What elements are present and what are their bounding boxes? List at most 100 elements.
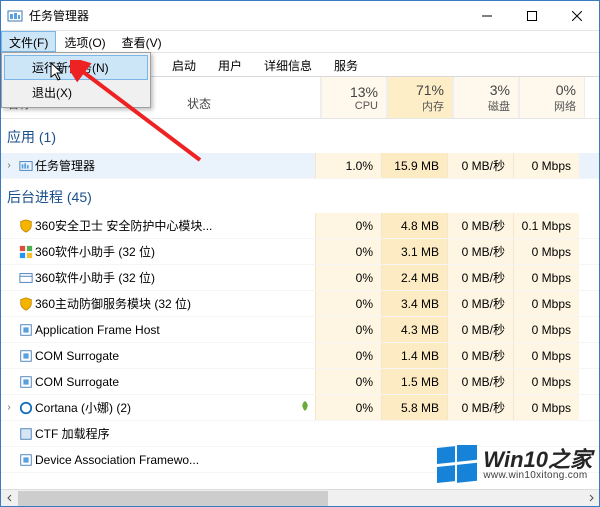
watermark-url: www.win10xitong.com — [483, 471, 592, 481]
task-manager-window: 任务管理器 文件(F) 选项(O) 查看(V) 运行新任务(N) 退出(X) 启… — [0, 0, 600, 507]
file-dropdown: 运行新任务(N) 退出(X) — [1, 52, 151, 108]
scroll-track[interactable] — [18, 490, 582, 507]
component-icon — [17, 375, 35, 389]
cell-mem: 4.3 MB — [381, 317, 447, 342]
watermark-brand: Win10之家 — [483, 449, 592, 471]
process-name: Device Association Framewo... — [35, 453, 275, 467]
cell-cpu: 1.0% — [315, 153, 381, 178]
cell-mem: 3.4 MB — [381, 291, 447, 316]
cell-net: 0 Mbps — [513, 343, 579, 368]
cell-cpu: 0% — [315, 291, 381, 316]
cell-cpu: 0% — [315, 265, 381, 290]
minimize-button[interactable] — [464, 1, 509, 30]
process-name: 360软件小助手 (32 位) — [35, 243, 275, 260]
cell-mem: 4.8 MB — [381, 213, 447, 238]
app-grid-icon — [17, 245, 35, 259]
cell-net: 0 Mbps — [513, 291, 579, 316]
menu-view[interactable]: 查看(V) — [114, 31, 170, 52]
cell-disk: 0 MB/秒 — [447, 343, 513, 368]
tab-startup[interactable]: 启动 — [161, 53, 207, 77]
cell-disk: 0 MB/秒 — [447, 395, 513, 420]
cpu-percent: 13% — [324, 84, 378, 100]
header-disk[interactable]: 3% 磁盘 — [453, 77, 519, 118]
header-status[interactable]: 状态 — [181, 77, 321, 118]
window-controls — [464, 1, 599, 30]
titlebar[interactable]: 任务管理器 — [1, 1, 599, 31]
process-name: COM Surrogate — [35, 375, 275, 389]
scroll-thumb[interactable] — [18, 491, 328, 506]
window-title: 任务管理器 — [29, 7, 464, 24]
leaf-icon — [275, 400, 315, 415]
cell-net: 0 Mbps — [513, 265, 579, 290]
tab-users[interactable]: 用户 — [207, 53, 253, 77]
header-memory[interactable]: 71% 内存 — [387, 77, 453, 118]
cell-disk: 0 MB/秒 — [447, 153, 513, 178]
window-icon — [17, 271, 35, 285]
cell-net: 0 Mbps — [513, 153, 579, 178]
cell-disk: 0 MB/秒 — [447, 213, 513, 238]
process-row[interactable]: Application Frame Host 0% 4.3 MB 0 MB/秒 … — [1, 317, 599, 343]
process-name: 任务管理器 — [35, 157, 275, 174]
process-name: CTF 加载程序 — [35, 425, 275, 442]
cortana-icon — [17, 401, 35, 415]
expand-icon[interactable]: › — [1, 160, 17, 171]
cell-mem: 1.5 MB — [381, 369, 447, 394]
header-cpu[interactable]: 13% CPU — [321, 77, 387, 118]
cell-net: 0.1 Mbps — [513, 213, 579, 238]
scroll-right-button[interactable] — [582, 490, 599, 507]
process-row[interactable]: 360软件小助手 (32 位) 0% 3.1 MB 0 MB/秒 0 Mbps — [1, 239, 599, 265]
net-label: 网络 — [522, 98, 576, 114]
component-icon — [17, 349, 35, 363]
process-row[interactable]: › 任务管理器 1.0% 15.9 MB 0 MB/秒 0 Mbps — [1, 153, 599, 179]
mem-label: 内存 — [390, 98, 444, 114]
cell-net: 0 Mbps — [513, 369, 579, 394]
menu-item-run-new-task[interactable]: 运行新任务(N) — [4, 55, 148, 80]
group-apps[interactable]: 应用 (1) — [1, 119, 599, 153]
group-background[interactable]: 后台进程 (45) — [1, 179, 599, 213]
app-icon — [7, 8, 23, 24]
process-name: COM Surrogate — [35, 349, 275, 363]
process-icon — [17, 159, 35, 173]
process-row[interactable]: 360主动防御服务模块 (32 位) 0% 3.4 MB 0 MB/秒 0 Mb… — [1, 291, 599, 317]
tab-details[interactable]: 详细信息 — [253, 53, 323, 77]
cell-net: 0 Mbps — [513, 239, 579, 264]
cell-disk: 0 MB/秒 — [447, 239, 513, 264]
shield-icon — [17, 219, 35, 233]
horizontal-scrollbar[interactable] — [1, 489, 599, 506]
mem-percent: 71% — [390, 82, 444, 98]
cell-mem: 3.1 MB — [381, 239, 447, 264]
header-network[interactable]: 0% 网络 — [519, 77, 585, 118]
maximize-button[interactable] — [509, 1, 554, 30]
cell-disk: 0 MB/秒 — [447, 369, 513, 394]
process-row[interactable]: CTF 加载程序 — [1, 421, 599, 447]
process-name: 360主动防御服务模块 (32 位) — [35, 295, 275, 312]
menu-options[interactable]: 选项(O) — [56, 31, 113, 52]
process-name: Application Frame Host — [35, 323, 275, 337]
cell-cpu: 0% — [315, 213, 381, 238]
net-percent: 0% — [522, 82, 576, 98]
shield-icon — [17, 297, 35, 311]
cell-mem: 1.4 MB — [381, 343, 447, 368]
cell-cpu: 0% — [315, 317, 381, 342]
menu-file[interactable]: 文件(F) — [1, 31, 56, 52]
process-list[interactable]: 应用 (1) › 任务管理器 1.0% 15.9 MB 0 MB/秒 0 Mbp… — [1, 119, 599, 489]
component-icon — [17, 323, 35, 337]
cpu-label: CPU — [324, 100, 378, 112]
process-row[interactable]: COM Surrogate 0% 1.4 MB 0 MB/秒 0 Mbps — [1, 343, 599, 369]
process-row[interactable]: › Cortana (小娜) (2) 0% 5.8 MB 0 MB/秒 0 Mb… — [1, 395, 599, 421]
scroll-left-button[interactable] — [1, 490, 18, 507]
windows-logo-icon — [437, 445, 477, 485]
process-row[interactable]: 360安全卫士 安全防护中心模块... 0% 4.8 MB 0 MB/秒 0.1… — [1, 213, 599, 239]
process-row[interactable]: COM Surrogate 0% 1.5 MB 0 MB/秒 0 Mbps — [1, 369, 599, 395]
cell-mem: 15.9 MB — [381, 153, 447, 178]
cell-mem: 5.8 MB — [381, 395, 447, 420]
tab-services[interactable]: 服务 — [323, 53, 369, 77]
expand-icon[interactable]: › — [1, 402, 17, 413]
process-row[interactable]: 360软件小助手 (32 位) 0% 2.4 MB 0 MB/秒 0 Mbps — [1, 265, 599, 291]
close-button[interactable] — [554, 1, 599, 30]
cell-cpu: 0% — [315, 239, 381, 264]
generic-exe-icon — [17, 427, 35, 441]
menu-item-exit[interactable]: 退出(X) — [4, 80, 148, 105]
disk-percent: 3% — [456, 82, 510, 98]
cell-disk: 0 MB/秒 — [447, 317, 513, 342]
